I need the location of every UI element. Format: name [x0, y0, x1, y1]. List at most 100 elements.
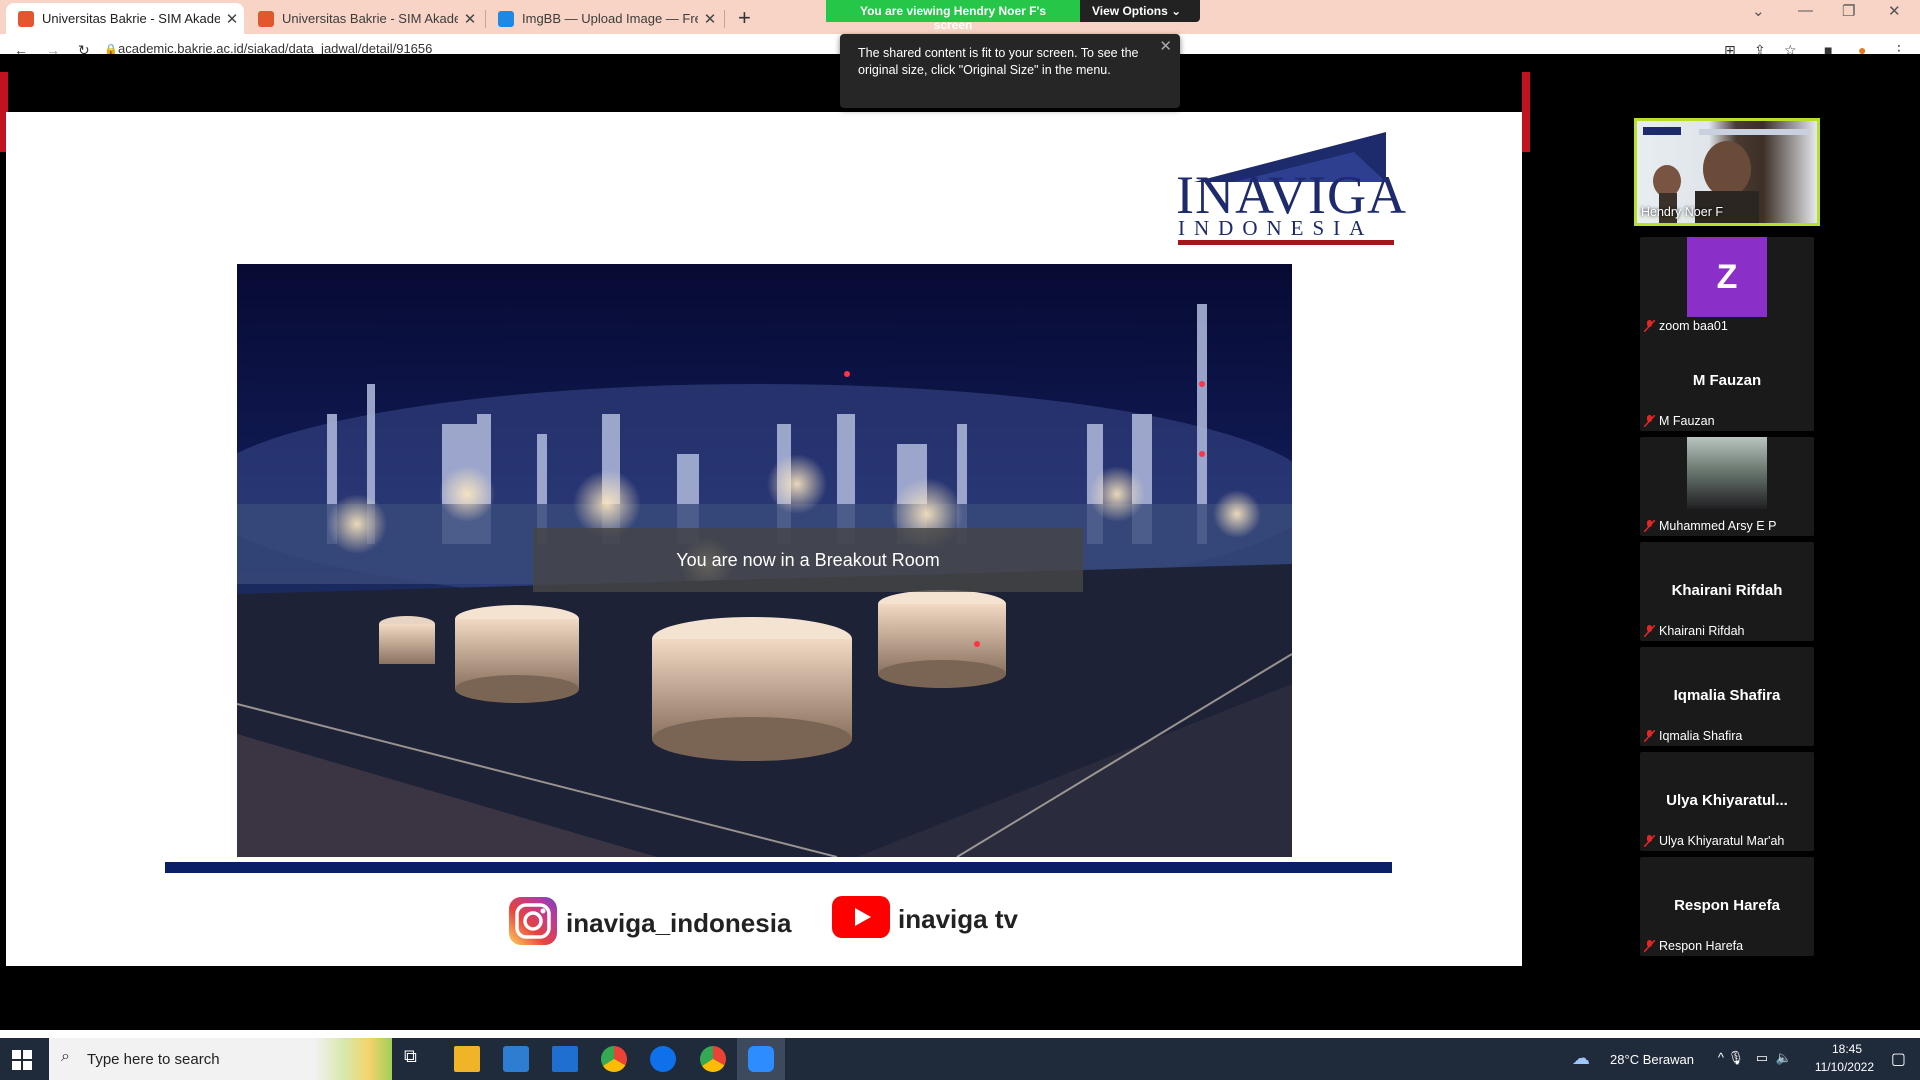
teamviewer-icon[interactable]: [650, 1046, 676, 1072]
participant-name: zoom baa01: [1659, 319, 1728, 333]
forward-arrow-icon[interactable]: →: [46, 42, 60, 54]
file-explorer-icon[interactable]: [454, 1046, 480, 1072]
bookmark-star-icon[interactable]: ☆: [1784, 42, 1797, 54]
youtube-icon: [832, 896, 890, 943]
view-options-button[interactable]: View Options ⌄: [1080, 0, 1200, 22]
lock-icon: 🔒: [104, 44, 118, 54]
presentation-slide: INAVIGA INDONESIA You are now in a Break…: [6, 112, 1522, 966]
reload-icon[interactable]: ↻: [78, 42, 90, 54]
chevron-down-icon: ⌄: [1171, 4, 1182, 18]
close-tooltip-icon[interactable]: ✕: [1159, 38, 1172, 55]
participant-name: Ulya Khiyaratul Mar'ah: [1659, 834, 1785, 848]
cloud-weather-icon: ☁: [1572, 1048, 1590, 1068]
clock-time[interactable]: 18:45: [1832, 1042, 1862, 1056]
clock-date[interactable]: 11/10/2022: [1815, 1060, 1874, 1074]
close-tab-icon[interactable]: ✕: [220, 10, 244, 28]
imgbb-icon: [498, 10, 514, 27]
new-tab-button[interactable]: +: [738, 5, 751, 31]
participant-name: Respon Harefa: [1659, 939, 1744, 953]
tab-title: ImgBB — Upload Image — Free: [522, 11, 698, 26]
volume-icon[interactable]: 🔈: [1776, 1050, 1792, 1066]
tab-search-chevron-icon[interactable]: ⌄: [1752, 2, 1765, 20]
participant-display-name: M Fauzan: [1692, 372, 1762, 389]
extensions-icon[interactable]: ■: [1824, 42, 1832, 54]
restore-button[interactable]: ❐: [1842, 2, 1855, 20]
active-speaker-name: Hendry Noer F: [1641, 205, 1723, 219]
participant-tile[interactable]: Muhammed Arsy E P: [1640, 437, 1814, 536]
muted-mic-icon: [1644, 320, 1655, 332]
youtube-channel: inaviga tv: [832, 896, 1018, 943]
weather-text[interactable]: 28°C Berawan: [1610, 1052, 1694, 1067]
share-icon[interactable]: ⇪: [1754, 42, 1766, 54]
instagram-handle: inaviga_indonesia: [508, 896, 791, 951]
youtube-channel-text: inaviga tv: [898, 904, 1018, 934]
participant-display-name: Respon Harefa: [1674, 897, 1780, 914]
participant-label: Iqmalia Shafira: [1644, 729, 1742, 743]
participant-label: Muhammed Arsy E P: [1644, 519, 1776, 533]
task-view-icon[interactable]: ⧉: [404, 1046, 430, 1072]
participant-tile[interactable]: Z zoom baa01: [1640, 237, 1814, 336]
html5-icon: [18, 10, 34, 27]
avatar: Z: [1687, 237, 1767, 317]
chevron-up-icon[interactable]: ^: [1718, 1050, 1724, 1065]
tab-universitas-bakrie-2[interactable]: Universitas Bakrie - SIM Akadem ✕: [246, 3, 482, 34]
muted-mic-icon: [1644, 940, 1655, 952]
participant-name: Iqmalia Shafira: [1659, 729, 1743, 743]
participant-tile[interactable]: Respon Harefa Respon Harefa: [1640, 857, 1814, 956]
participant-name: M Fauzan: [1659, 414, 1715, 428]
breakout-room-notice: You are now in a Breakout Room: [533, 528, 1083, 592]
participant-label: M Fauzan: [1644, 414, 1715, 428]
participant-label: zoom baa01: [1644, 319, 1728, 333]
participant-tile[interactable]: M Fauzan M Fauzan: [1640, 332, 1814, 431]
inaviga-logo: INAVIGA INDONESIA: [1174, 132, 1406, 248]
microphone-icon[interactable]: 🎙: [1727, 1050, 1744, 1066]
participant-display-name: Iqmalia Shafira: [1673, 687, 1781, 704]
notification-icon[interactable]: ▢: [1891, 1049, 1906, 1069]
participant-display-name: Khairani Rifdah: [1671, 582, 1783, 599]
html5-icon: [258, 10, 274, 27]
participant-tile[interactable]: Ulya Khiyaratul... Ulya Khiyaratul Mar'a…: [1640, 752, 1814, 851]
minimize-button[interactable]: —: [1798, 2, 1813, 19]
zoom-icon[interactable]: [748, 1046, 774, 1072]
tab-imgbb[interactable]: ImgBB — Upload Image — Free ✕: [486, 3, 722, 34]
mail-icon[interactable]: [552, 1046, 578, 1072]
fit-to-screen-tooltip: The shared content is fit to your screen…: [840, 34, 1180, 108]
chrome-icon[interactable]: [601, 1046, 627, 1072]
tooltip-line-1: The shared content is fit to your screen…: [858, 46, 1139, 60]
muted-mic-icon: [1644, 835, 1655, 847]
microsoft-store-icon[interactable]: [503, 1046, 529, 1072]
back-arrow-icon[interactable]: ←: [14, 42, 28, 54]
participant-label: Ulya Khiyaratul Mar'ah: [1644, 834, 1784, 848]
muted-mic-icon: [1644, 625, 1655, 637]
close-tab-icon[interactable]: ✕: [458, 10, 482, 28]
network-icon[interactable]: ▭: [1756, 1050, 1768, 1066]
search-highlight-illustration: [314, 1038, 392, 1080]
shared-screen-area: INAVIGA INDONESIA You are now in a Break…: [0, 54, 1534, 1030]
chrome-profile-icon[interactable]: [700, 1046, 726, 1072]
taskbar-search-box[interactable]: ⌕ Type here to search: [49, 1038, 392, 1080]
participant-name: Khairani Rifdah: [1659, 624, 1745, 638]
instagram-handle-text: inaviga_indonesia: [566, 908, 792, 938]
tab-universitas-bakrie-1[interactable]: Universitas Bakrie - SIM Akadem ✕: [6, 3, 244, 34]
muted-mic-icon: [1644, 730, 1655, 742]
close-tab-icon[interactable]: ✕: [698, 10, 722, 28]
logo-subtitle: INDONESIA: [1178, 216, 1374, 240]
screen-share-banner: You are viewing Hendry Noer F's screen V…: [826, 0, 1200, 32]
windows-start-icon[interactable]: [12, 1050, 32, 1070]
tab-separator: [724, 10, 725, 28]
muted-mic-icon: [1644, 415, 1655, 427]
profile-avatar-icon[interactable]: ●: [1858, 42, 1866, 54]
translate-icon[interactable]: ⊞: [1724, 42, 1736, 54]
menu-kebab-icon[interactable]: ⋮: [1892, 42, 1906, 54]
active-speaker-tile[interactable]: Hendry Noer F: [1634, 118, 1820, 226]
search-icon: ⌕: [61, 1048, 70, 1065]
participant-tile[interactable]: Khairani Rifdah Khairani Rifdah: [1640, 542, 1814, 641]
tab-title: Universitas Bakrie - SIM Akadem: [42, 11, 220, 26]
close-window-button[interactable]: ✕: [1888, 2, 1901, 20]
participant-tile[interactable]: Iqmalia Shafira Iqmalia Shafira: [1640, 647, 1814, 746]
video-thumbnail: [1687, 437, 1767, 509]
participant-display-name: Ulya Khiyaratul...: [1666, 792, 1788, 809]
viewing-screen-label: You are viewing Hendry Noer F's screen: [826, 0, 1080, 32]
tab-title: Universitas Bakrie - SIM Akadem: [282, 11, 458, 26]
url-text[interactable]: academic.bakrie.ac.id/siakad/data_jadwal…: [118, 41, 432, 54]
